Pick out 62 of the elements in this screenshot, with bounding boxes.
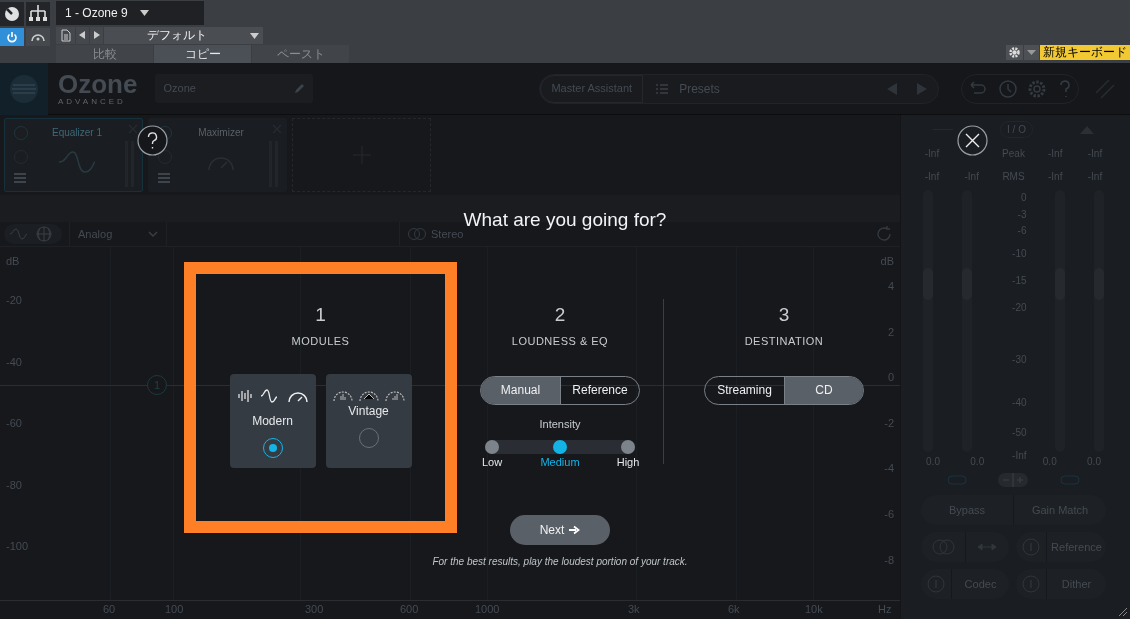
module-name: Equalizer 1 [52, 126, 102, 140]
module-card[interactable]: Maximizer [148, 118, 287, 192]
eq-curve-icon [57, 150, 97, 174]
link-icon[interactable] [946, 475, 967, 485]
caret-icon [250, 32, 259, 39]
help-icon[interactable] [137, 125, 168, 156]
edition-label: ADVANCED [58, 97, 127, 106]
new-keyboard-button[interactable]: 新規キーボード [1040, 45, 1130, 60]
next-button[interactable]: Next [510, 514, 610, 545]
intensity-slider[interactable] [485, 440, 635, 454]
minus-plus-icon[interactable] [998, 473, 1029, 487]
step-number: 2 [554, 302, 566, 327]
link-icon[interactable] [1060, 475, 1081, 485]
loudness-mode-tab[interactable]: Reference [560, 376, 639, 404]
next-icon[interactable] [90, 27, 103, 44]
destination-tab[interactable]: CD [784, 376, 863, 404]
step-label: LOUDNESS & EQ [511, 334, 609, 349]
stereo-icon[interactable] [407, 227, 427, 241]
list-icon[interactable] [157, 173, 171, 183]
intensity-label[interactable]: Low [467, 454, 517, 471]
intensity-label: Intensity [539, 416, 581, 432]
loudness-mode-tab[interactable]: Manual [481, 376, 560, 404]
chevron-icon [148, 231, 158, 237]
step-number: 3 [778, 302, 790, 327]
solo-icon[interactable] [157, 149, 173, 165]
module-card[interactable]: Equalizer 1 [4, 118, 143, 192]
step-label: DESTINATION [744, 334, 824, 349]
intensity-stop[interactable] [485, 440, 499, 454]
list-icon[interactable] [13, 173, 27, 183]
intensity-stop[interactable] [553, 440, 567, 454]
gear-icon[interactable] [1006, 45, 1023, 60]
intensity-label[interactable]: Medium [535, 454, 585, 471]
pencil-icon [293, 82, 306, 95]
arrow-icon [569, 524, 581, 535]
module-option-card[interactable]: Modern [229, 373, 316, 468]
modern-modules-icon [236, 387, 309, 404]
document-icon[interactable] [56, 27, 75, 44]
arc-icon[interactable] [26, 28, 50, 46]
intensity-stop[interactable] [621, 440, 635, 454]
module-name: Maximizer [198, 126, 244, 140]
dialog-title: What are you going for? [463, 208, 667, 232]
module-option-card[interactable]: Vintage [325, 373, 412, 468]
gauge-icon[interactable] [0, 2, 24, 26]
compare-tab[interactable]: コピー [154, 45, 251, 63]
caret-icon[interactable] [139, 10, 149, 16]
list-icon[interactable] [655, 82, 670, 95]
step-number: 1 [315, 302, 326, 327]
close-icon[interactable] [957, 125, 988, 156]
step-label: MODULES [291, 334, 350, 349]
refresh-icon[interactable] [874, 224, 894, 244]
compare-tab[interactable]: ペースト [252, 45, 349, 63]
intensity-label[interactable]: High [603, 454, 653, 471]
power-icon [6, 31, 18, 43]
routing-icon[interactable] [26, 2, 50, 26]
hint-text: For the best results, play the loudest portion of your track. [432, 554, 688, 569]
preset-dropdown[interactable]: デフォルト [104, 27, 263, 44]
previous-icon[interactable] [76, 27, 89, 44]
logo-icon [8, 72, 40, 105]
product-logo: Ozone [58, 71, 138, 97]
resize-grip-icon[interactable] [1118, 607, 1128, 617]
compare-tab[interactable]: 比較 [56, 45, 153, 63]
destination-tab[interactable]: Streaming [705, 376, 784, 404]
